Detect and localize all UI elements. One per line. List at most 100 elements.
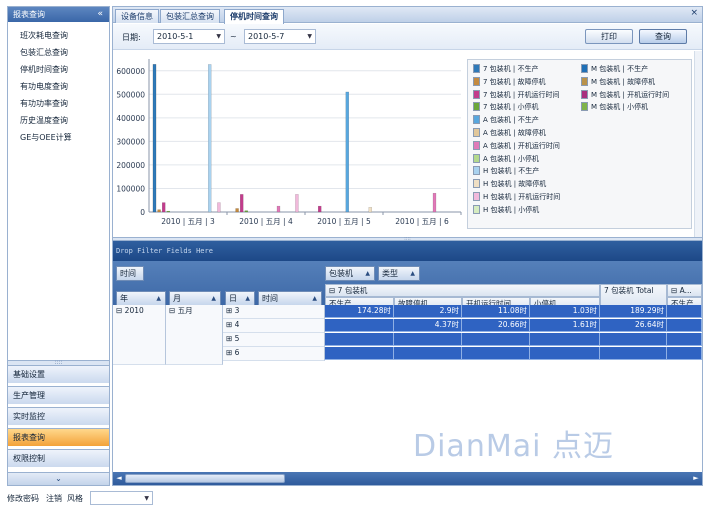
chart-bar[interactable] [162, 202, 166, 213]
nav-group-realtime-monitor[interactable]: 实时监控 [8, 407, 109, 425]
nav-item-shift-power[interactable]: 班次耗电查询 [20, 30, 68, 41]
pivot-cell[interactable]: 174.28时 [325, 305, 394, 318]
change-password-link[interactable]: 修改密码 [7, 493, 39, 504]
chart-vertical-scrollbar[interactable] [694, 51, 702, 237]
row-field-year[interactable]: 年 ▲ [116, 291, 166, 306]
row-header-day[interactable]: ⊞ 3 [223, 305, 325, 319]
drop-filter-area[interactable]: Drop Filter Fields Here [113, 241, 702, 261]
chart-bar[interactable] [345, 91, 350, 213]
legend-item[interactable]: A 包装机 | 开机运行时间 [473, 140, 560, 151]
chart-bar[interactable] [368, 207, 373, 213]
row-field-time[interactable]: 时间 ▲ [258, 291, 322, 306]
row-area-field-time[interactable]: 时间 [116, 266, 144, 281]
nav-item-active-energy[interactable]: 有功电度查询 [20, 81, 68, 92]
nav-group-reports[interactable]: 报表查询 [8, 428, 109, 446]
pivot-cell[interactable] [394, 347, 462, 360]
pivot-cell[interactable] [530, 333, 600, 346]
nav-overflow-chevron-icon[interactable]: ⌄ [8, 472, 109, 485]
close-tab-icon[interactable]: × [690, 8, 698, 18]
legend-item[interactable]: A 包装机 | 故障停机 [473, 128, 546, 138]
row-field-month[interactable]: 月 ▲ [169, 291, 221, 306]
grid-horizontal-scrollbar[interactable]: ◄ ► [113, 472, 702, 485]
tab-device-info[interactable]: 设备信息 [115, 9, 159, 23]
tab-packing-summary[interactable]: 包装汇总查询 [160, 9, 220, 23]
print-button[interactable]: 打印 [585, 29, 633, 44]
row-header-month[interactable]: ⊟ 五月 [166, 305, 223, 365]
pivot-total-cell[interactable] [600, 333, 667, 346]
nav-item-downtime[interactable]: 停机时间查询 [20, 64, 68, 75]
chart-bar[interactable] [207, 64, 212, 213]
chart-bar[interactable] [157, 209, 161, 213]
nav-item-history-temp[interactable]: 历史温度查询 [20, 115, 68, 126]
pivot-cell[interactable]: 2.9时 [394, 305, 462, 318]
legend-item[interactable]: M 包装机 | 故障停机 [581, 76, 655, 87]
chart-bar[interactable] [317, 205, 322, 213]
nav-group-production[interactable]: 生产管理 [8, 386, 109, 404]
pivot-cell[interactable] [462, 347, 530, 360]
row-header-year[interactable]: ⊟ 2010 [113, 305, 166, 365]
legend-item[interactable]: A 包装机 | 小停机 [473, 153, 539, 164]
nav-item-active-power[interactable]: 有功功率查询 [20, 98, 68, 109]
legend-item[interactable]: H 包装机 | 小停机 [473, 204, 539, 215]
column-field-type[interactable]: 类型 ▲ [378, 266, 420, 281]
chart-bar[interactable] [295, 194, 299, 213]
pivot-cell[interactable]: 4.37时 [394, 319, 462, 332]
chart-bar[interactable] [239, 194, 244, 213]
nav-group-basic-settings[interactable]: 基础设置 [8, 365, 109, 383]
scrollbar-thumb[interactable] [125, 474, 285, 483]
collapse-panel-icon[interactable]: « [97, 7, 103, 22]
pivot-cell[interactable] [325, 333, 394, 346]
pivot-cell[interactable] [667, 347, 702, 360]
pivot-cell[interactable] [325, 319, 394, 332]
pivot-cell[interactable]: 1.03时 [530, 305, 600, 318]
chart-bar[interactable] [432, 192, 437, 213]
row-header-day[interactable]: ⊞ 6 [223, 347, 325, 361]
row-header-day[interactable]: ⊞ 5 [223, 333, 325, 347]
pivot-cell[interactable] [667, 333, 702, 346]
dropdown-arrow-icon[interactable]: ▼ [216, 30, 221, 43]
start-date-picker[interactable]: 2010-5-1 ▼ [153, 29, 225, 44]
legend-item[interactable]: A 包装机 | 不生产 [473, 115, 539, 125]
legend-item[interactable]: 7 包装机 | 小停机 [473, 102, 539, 112]
column-group-header-a[interactable]: ⊟ A... [667, 284, 702, 297]
column-group-header-7[interactable]: ⊟ 7 包装机 [325, 284, 600, 297]
legend-item[interactable]: 7 包装机 | 开机运行时间 [473, 89, 560, 100]
legend-item[interactable]: M 包装机 | 不生产 [581, 64, 648, 74]
nav-item-packing-summary[interactable]: 包装汇总查询 [20, 47, 68, 58]
query-button[interactable]: 查询 [639, 29, 687, 44]
pivot-cell[interactable] [530, 347, 600, 360]
end-date-picker[interactable]: 2010-5-7 ▼ [244, 29, 316, 44]
chart-bar[interactable] [217, 202, 221, 213]
pivot-cell[interactable] [462, 333, 530, 346]
nav-group-permissions[interactable]: 权限控制 [8, 449, 109, 467]
dropdown-arrow-icon[interactable]: ▼ [307, 30, 312, 43]
pivot-total-cell[interactable] [600, 347, 667, 360]
legend-item[interactable]: M 包装机 | 开机运行时间 [581, 89, 669, 100]
dropdown-arrow-icon[interactable]: ▼ [144, 492, 149, 505]
column-field-machine[interactable]: 包装机 ▲ [325, 266, 375, 281]
pivot-total-cell[interactable]: 26.64时 [600, 319, 667, 332]
scroll-right-icon[interactable]: ► [691, 473, 701, 484]
legend-item[interactable]: 7 包装机 | 故障停机 [473, 76, 546, 87]
pivot-cell[interactable] [667, 319, 702, 332]
pivot-cell[interactable] [394, 333, 462, 346]
pivot-cell[interactable] [325, 347, 394, 360]
legend-item[interactable]: H 包装机 | 不生产 [473, 166, 539, 176]
pivot-cell[interactable]: 11.08时 [462, 305, 530, 318]
chart-bar[interactable] [276, 205, 281, 213]
pivot-total-cell[interactable]: 189.29时 [600, 305, 667, 318]
style-select[interactable]: ▼ [90, 491, 153, 505]
pivot-cell[interactable]: 20.66时 [462, 319, 530, 332]
logout-link[interactable]: 注销 [46, 493, 62, 504]
row-header-day[interactable]: ⊞ 4 [223, 319, 325, 333]
pivot-cell[interactable] [667, 305, 702, 318]
legend-item[interactable]: 7 包装机 | 不生产 [473, 64, 539, 74]
legend-item[interactable]: H 包装机 | 开机运行时间 [473, 192, 560, 202]
chart-bar[interactable] [235, 208, 239, 213]
chart-bar[interactable] [166, 210, 170, 213]
legend-item[interactable]: H 包装机 | 故障停机 [473, 179, 546, 189]
row-field-day[interactable]: 日 ▲ [225, 291, 255, 306]
chart-bar[interactable] [244, 210, 249, 213]
nav-item-ge-oee[interactable]: GE与OEE计算 [20, 132, 72, 143]
tab-downtime[interactable]: 停机时间查询 [224, 9, 284, 24]
